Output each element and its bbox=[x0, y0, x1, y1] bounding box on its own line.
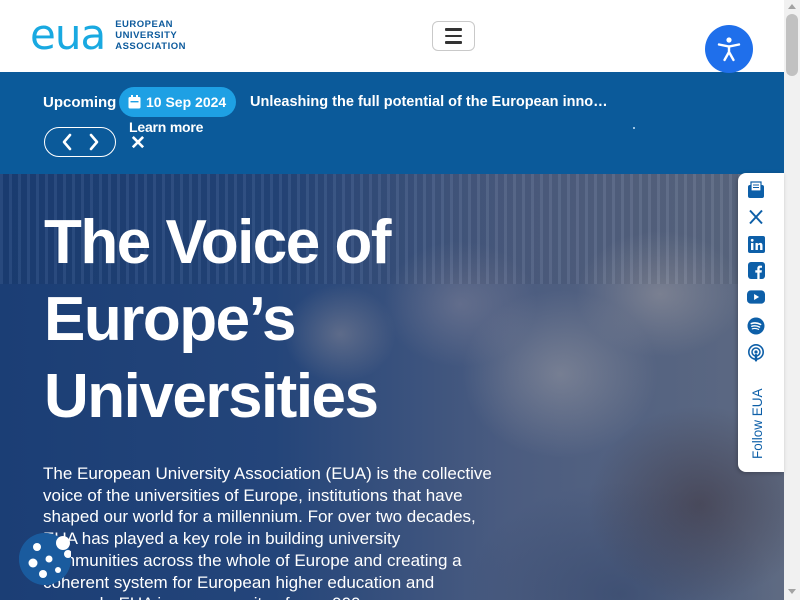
accessibility-button[interactable] bbox=[705, 25, 753, 73]
podcast-link[interactable] bbox=[747, 344, 765, 362]
accessibility-icon bbox=[717, 37, 741, 62]
upcoming-event-banner: Upcoming 10 Sep 2024 Unleashing the full… bbox=[0, 72, 784, 174]
facebook-link[interactable] bbox=[747, 261, 765, 279]
newsletter-link[interactable] bbox=[747, 181, 765, 199]
page: eua EUROPEAN UNIVERSITY ASSOCIATION Upco… bbox=[0, 0, 800, 600]
cookie-settings-button[interactable] bbox=[19, 533, 71, 585]
page-scrollbar[interactable] bbox=[784, 0, 800, 600]
hamburger-menu-icon bbox=[445, 28, 462, 31]
event-title-link[interactable]: Unleashing the full potential of the Eur… bbox=[250, 94, 610, 110]
scroll-down-arrow-icon[interactable] bbox=[788, 589, 796, 594]
hero-title: The Voice of Europe’s Universities bbox=[44, 204, 544, 435]
linkedin-icon bbox=[747, 235, 765, 253]
x-twitter-icon bbox=[749, 209, 763, 225]
cookie-icon bbox=[19, 533, 71, 585]
eua-logo[interactable]: eua EUROPEAN UNIVERSITY ASSOCIATION bbox=[30, 10, 186, 59]
event-date-badge: 10 Sep 2024 bbox=[119, 87, 237, 117]
carousel-indicator-dot bbox=[633, 127, 635, 129]
hero-section: The Voice of Europe’s Universities The E… bbox=[0, 174, 784, 600]
hamburger-menu-icon-bar bbox=[445, 41, 462, 44]
next-event-button[interactable] bbox=[83, 131, 105, 153]
logo-line-2: UNIVERSITY bbox=[115, 29, 178, 41]
hero-description: The European University Association (EUA… bbox=[43, 464, 492, 600]
spotify-icon bbox=[747, 317, 765, 335]
logo-wordmark: EUROPEAN UNIVERSITY ASSOCIATION bbox=[115, 19, 186, 52]
facebook-icon bbox=[747, 261, 765, 279]
follow-eua-label: Follow EUA bbox=[750, 388, 765, 459]
site-header: eua EUROPEAN UNIVERSITY ASSOCIATION bbox=[0, 0, 784, 72]
calendar-icon bbox=[128, 95, 141, 109]
youtube-link[interactable] bbox=[747, 288, 765, 306]
chevron-right-icon bbox=[89, 133, 98, 151]
previous-event-button[interactable] bbox=[56, 131, 78, 153]
hero-title-line: Universities bbox=[44, 362, 379, 431]
spotify-link[interactable] bbox=[747, 317, 765, 335]
hamburger-menu-icon-bar bbox=[445, 34, 462, 38]
logo-mark: eua bbox=[30, 10, 106, 59]
newsletter-icon bbox=[748, 181, 764, 198]
social-follow-sidebar: Follow EUA bbox=[738, 173, 784, 472]
hero-title-line: The Voice of bbox=[44, 208, 392, 277]
youtube-icon bbox=[747, 290, 765, 304]
podcast-icon bbox=[748, 344, 764, 362]
chevron-left-icon bbox=[62, 133, 71, 151]
event-carousel-nav bbox=[44, 127, 116, 157]
upcoming-label: Upcoming bbox=[43, 94, 117, 111]
linkedin-link[interactable] bbox=[747, 235, 765, 253]
event-date: 10 Sep 2024 bbox=[146, 94, 227, 110]
logo-line-3: ASSOCIATION bbox=[115, 40, 186, 52]
scroll-thumb[interactable] bbox=[786, 14, 798, 76]
hero-title-line: Europe’s bbox=[44, 285, 297, 354]
scroll-up-arrow-icon[interactable] bbox=[788, 4, 796, 9]
logo-line-1: EUROPEAN bbox=[115, 18, 174, 30]
x-twitter-link[interactable] bbox=[747, 208, 765, 226]
hamburger-menu-button[interactable] bbox=[432, 21, 475, 51]
close-banner-button[interactable]: ✕ bbox=[130, 134, 146, 154]
